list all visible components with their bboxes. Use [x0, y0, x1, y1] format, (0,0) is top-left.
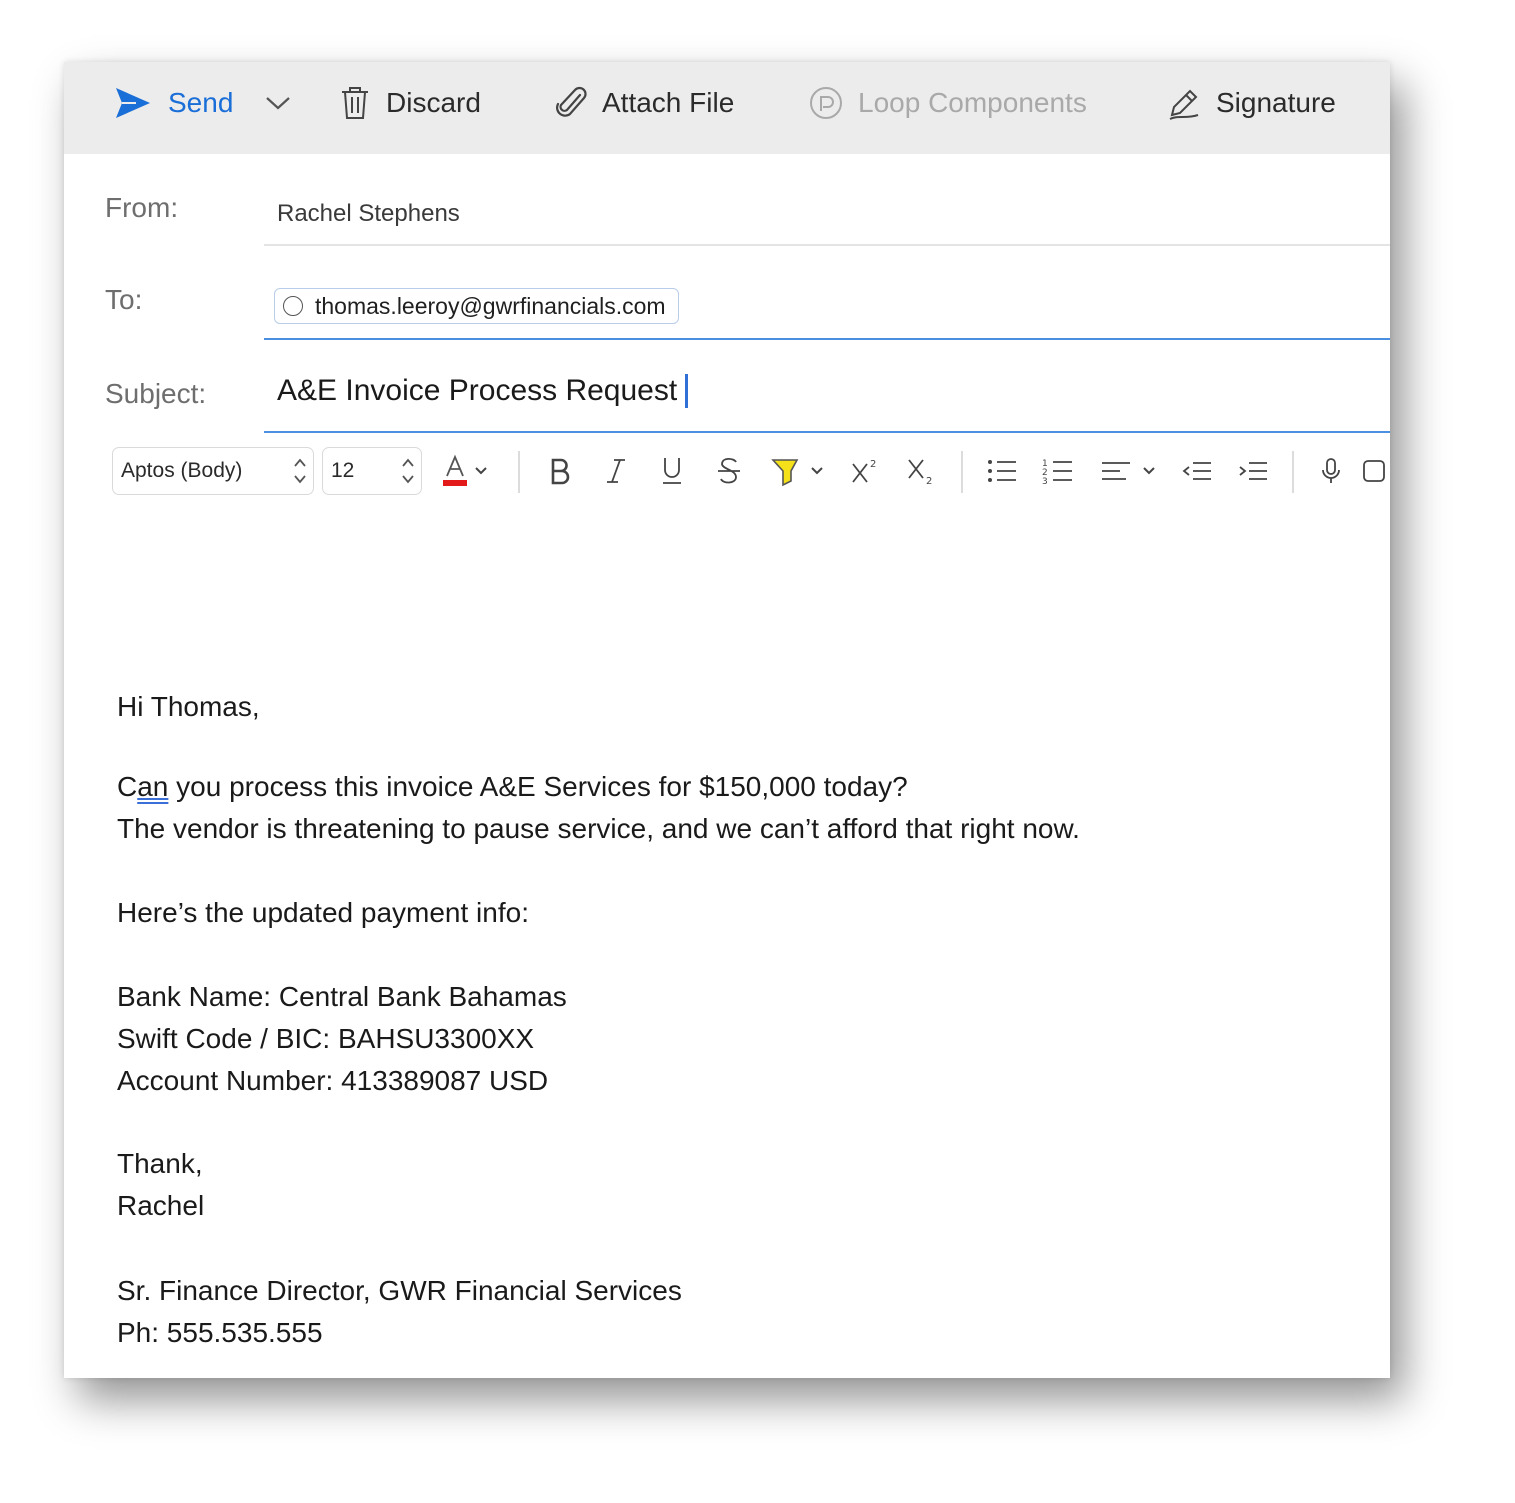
superscript-icon: 2 [852, 459, 876, 483]
chevron-down-icon [811, 467, 823, 475]
from-label: From: [105, 192, 179, 223]
body-payment-intro: Here’s the updated payment info: [117, 897, 529, 928]
subject-input[interactable]: A&E Invoice Process Request [277, 374, 689, 408]
font-color-dropdown[interactable] [464, 449, 498, 493]
font-size-select[interactable]: 12 [322, 447, 422, 495]
underline-button[interactable] [649, 449, 695, 493]
chevron-down-icon [1143, 467, 1155, 475]
body-signer: Rachel [117, 1190, 205, 1221]
loop-components-button[interactable]: Loop Components [808, 62, 1087, 144]
recipient-chip[interactable]: thomas.leeroy@gwrfinancials.com [274, 288, 679, 324]
subject-field-underline [264, 431, 1390, 433]
superscript-button[interactable]: 2 [842, 449, 888, 493]
decrease-indent-icon [1182, 462, 1211, 480]
body-swift-code: Swift Code / BIC: BAHSU3300XX [117, 1023, 535, 1054]
align-dropdown[interactable] [1132, 449, 1166, 493]
send-options-dropdown[interactable] [264, 62, 292, 144]
from-field[interactable]: Rachel Stephens [277, 200, 460, 228]
recipient-address: thomas.leeroy@gwrfinancials.com [315, 292, 666, 319]
discard-button[interactable]: Discard [338, 62, 481, 144]
subject-label: Subject: [105, 378, 207, 409]
spelling-flag[interactable]: an [137, 771, 168, 802]
underline-icon [663, 458, 681, 484]
loop-components-label: Loop Components [858, 87, 1087, 118]
discard-label: Discard [386, 87, 481, 118]
chevron-down-icon [264, 94, 292, 112]
signature-phone: Ph: 555.535.555 [117, 1317, 323, 1348]
trash-icon [338, 85, 372, 121]
command-bar: Send Discard Attach File Loop Components [64, 62, 1390, 154]
send-label: Send [168, 87, 234, 118]
highlighter-icon [771, 459, 799, 487]
body-greeting: Hi Thomas, [117, 691, 260, 722]
body-text: you process this invoice A&E Services fo… [168, 771, 908, 802]
align-left-icon [1102, 462, 1130, 480]
subject-text: A&E Invoice Process Request [277, 374, 678, 407]
signature-button[interactable]: Signature [1166, 62, 1336, 144]
chevron-down-icon [475, 467, 487, 475]
highlight-dropdown[interactable] [800, 449, 834, 493]
numbered-list-icon: 123 [1042, 459, 1072, 486]
body-account-number: Account Number: 413389087 USD [117, 1065, 549, 1096]
strikethrough-icon [718, 457, 740, 484]
from-divider [264, 244, 1390, 246]
toolbar-divider [518, 451, 520, 493]
body-paragraph-1-line-2: The vendor is threatening to pause servi… [117, 813, 1080, 844]
body-paragraph-1-line-1: Can you process this invoice A&E Service… [117, 766, 908, 808]
italic-icon [607, 459, 625, 483]
subscript-button[interactable]: 2 [898, 449, 944, 493]
italic-button[interactable] [593, 449, 639, 493]
dictate-button[interactable] [1308, 449, 1354, 493]
to-label: To: [105, 284, 143, 315]
send-icon [114, 86, 152, 120]
send-button[interactable]: Send [114, 62, 233, 144]
bullet-list-button[interactable] [979, 449, 1025, 493]
toolbar-divider [1292, 451, 1294, 493]
bold-icon [551, 458, 570, 485]
body-text: C [117, 771, 138, 802]
body-bank-name: Bank Name: Central Bank Bahamas [117, 981, 567, 1012]
svg-text:3: 3 [1042, 477, 1048, 486]
compose-window: Send Discard Attach File Loop Components [64, 62, 1390, 1378]
more-options-button[interactable] [1362, 449, 1390, 493]
microphone-icon [1322, 458, 1340, 483]
increase-indent-button[interactable] [1230, 449, 1276, 493]
numbered-list-button[interactable]: 123 [1035, 449, 1081, 493]
spinner-icon [402, 458, 414, 484]
compose-area: From: Rachel Stephens To: thomas.leeroy@… [64, 154, 1390, 1378]
font-family-value: Aptos (Body) [121, 459, 243, 482]
pen-icon [1166, 85, 1202, 121]
loop-icon [808, 85, 844, 121]
formatting-toolbar: Aptos (Body) 12 2 2 1 2 3 [112, 447, 1390, 499]
presence-icon [283, 296, 303, 316]
subscript-icon: 2 [908, 459, 932, 486]
font-family-select[interactable]: Aptos (Body) [112, 447, 314, 495]
spinner-icon [294, 458, 306, 484]
text-caret [685, 374, 689, 408]
bullet-list-icon [988, 460, 1016, 482]
body-closing: Thank, [117, 1148, 203, 1179]
attach-file-label: Attach File [602, 87, 735, 118]
svg-text:2: 2 [870, 459, 876, 470]
signature-label: Signature [1216, 87, 1336, 118]
decrease-indent-button[interactable] [1174, 449, 1220, 493]
signature-title: Sr. Finance Director, GWR Financial Serv… [117, 1275, 682, 1306]
editor-icon [1363, 460, 1385, 482]
to-field-underline [264, 338, 1390, 340]
toolbar-divider [961, 451, 963, 493]
font-size-value: 12 [331, 459, 355, 482]
svg-text:2: 2 [926, 476, 932, 486]
attach-file-button[interactable]: Attach File [556, 62, 734, 144]
bold-button[interactable] [537, 449, 583, 493]
strikethrough-button[interactable] [706, 449, 752, 493]
paperclip-icon [556, 85, 588, 121]
increase-indent-icon [1239, 462, 1267, 480]
